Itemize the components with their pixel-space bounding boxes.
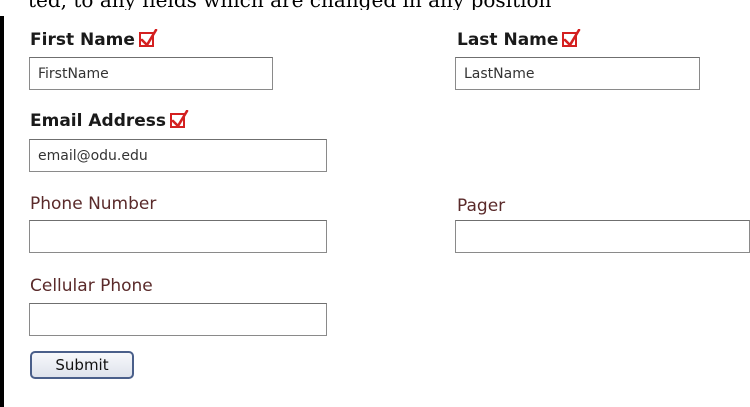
email-label-text: Email Address: [30, 111, 167, 131]
cellular-label: Cellular Phone: [30, 276, 153, 296]
first-name-label: First Name: [30, 29, 158, 50]
first-name-label-text: First Name: [30, 30, 135, 50]
required-checkmark-icon: [138, 29, 158, 47]
pager-label: Pager: [457, 196, 506, 216]
required-checkmark-icon: [170, 110, 189, 128]
last-name-label: Last Name: [457, 29, 581, 50]
phone-input[interactable]: [29, 220, 327, 253]
submit-button[interactable]: Submit: [30, 351, 134, 379]
required-checkmark-icon: [562, 29, 581, 47]
pager-input[interactable]: [455, 220, 750, 253]
email-input[interactable]: [29, 139, 327, 172]
email-label: Email Address: [30, 110, 189, 131]
phone-label: Phone Number: [30, 194, 157, 214]
last-name-input[interactable]: [455, 57, 700, 90]
contact-form-page: ted, to any fields which are changed in …: [0, 0, 750, 407]
left-border: [0, 16, 4, 407]
cellular-input[interactable]: [29, 303, 327, 336]
clipped-instruction-text: ted, to any fields which are changed in …: [28, 0, 750, 10]
first-name-input[interactable]: [29, 57, 273, 90]
last-name-label-text: Last Name: [457, 30, 559, 50]
